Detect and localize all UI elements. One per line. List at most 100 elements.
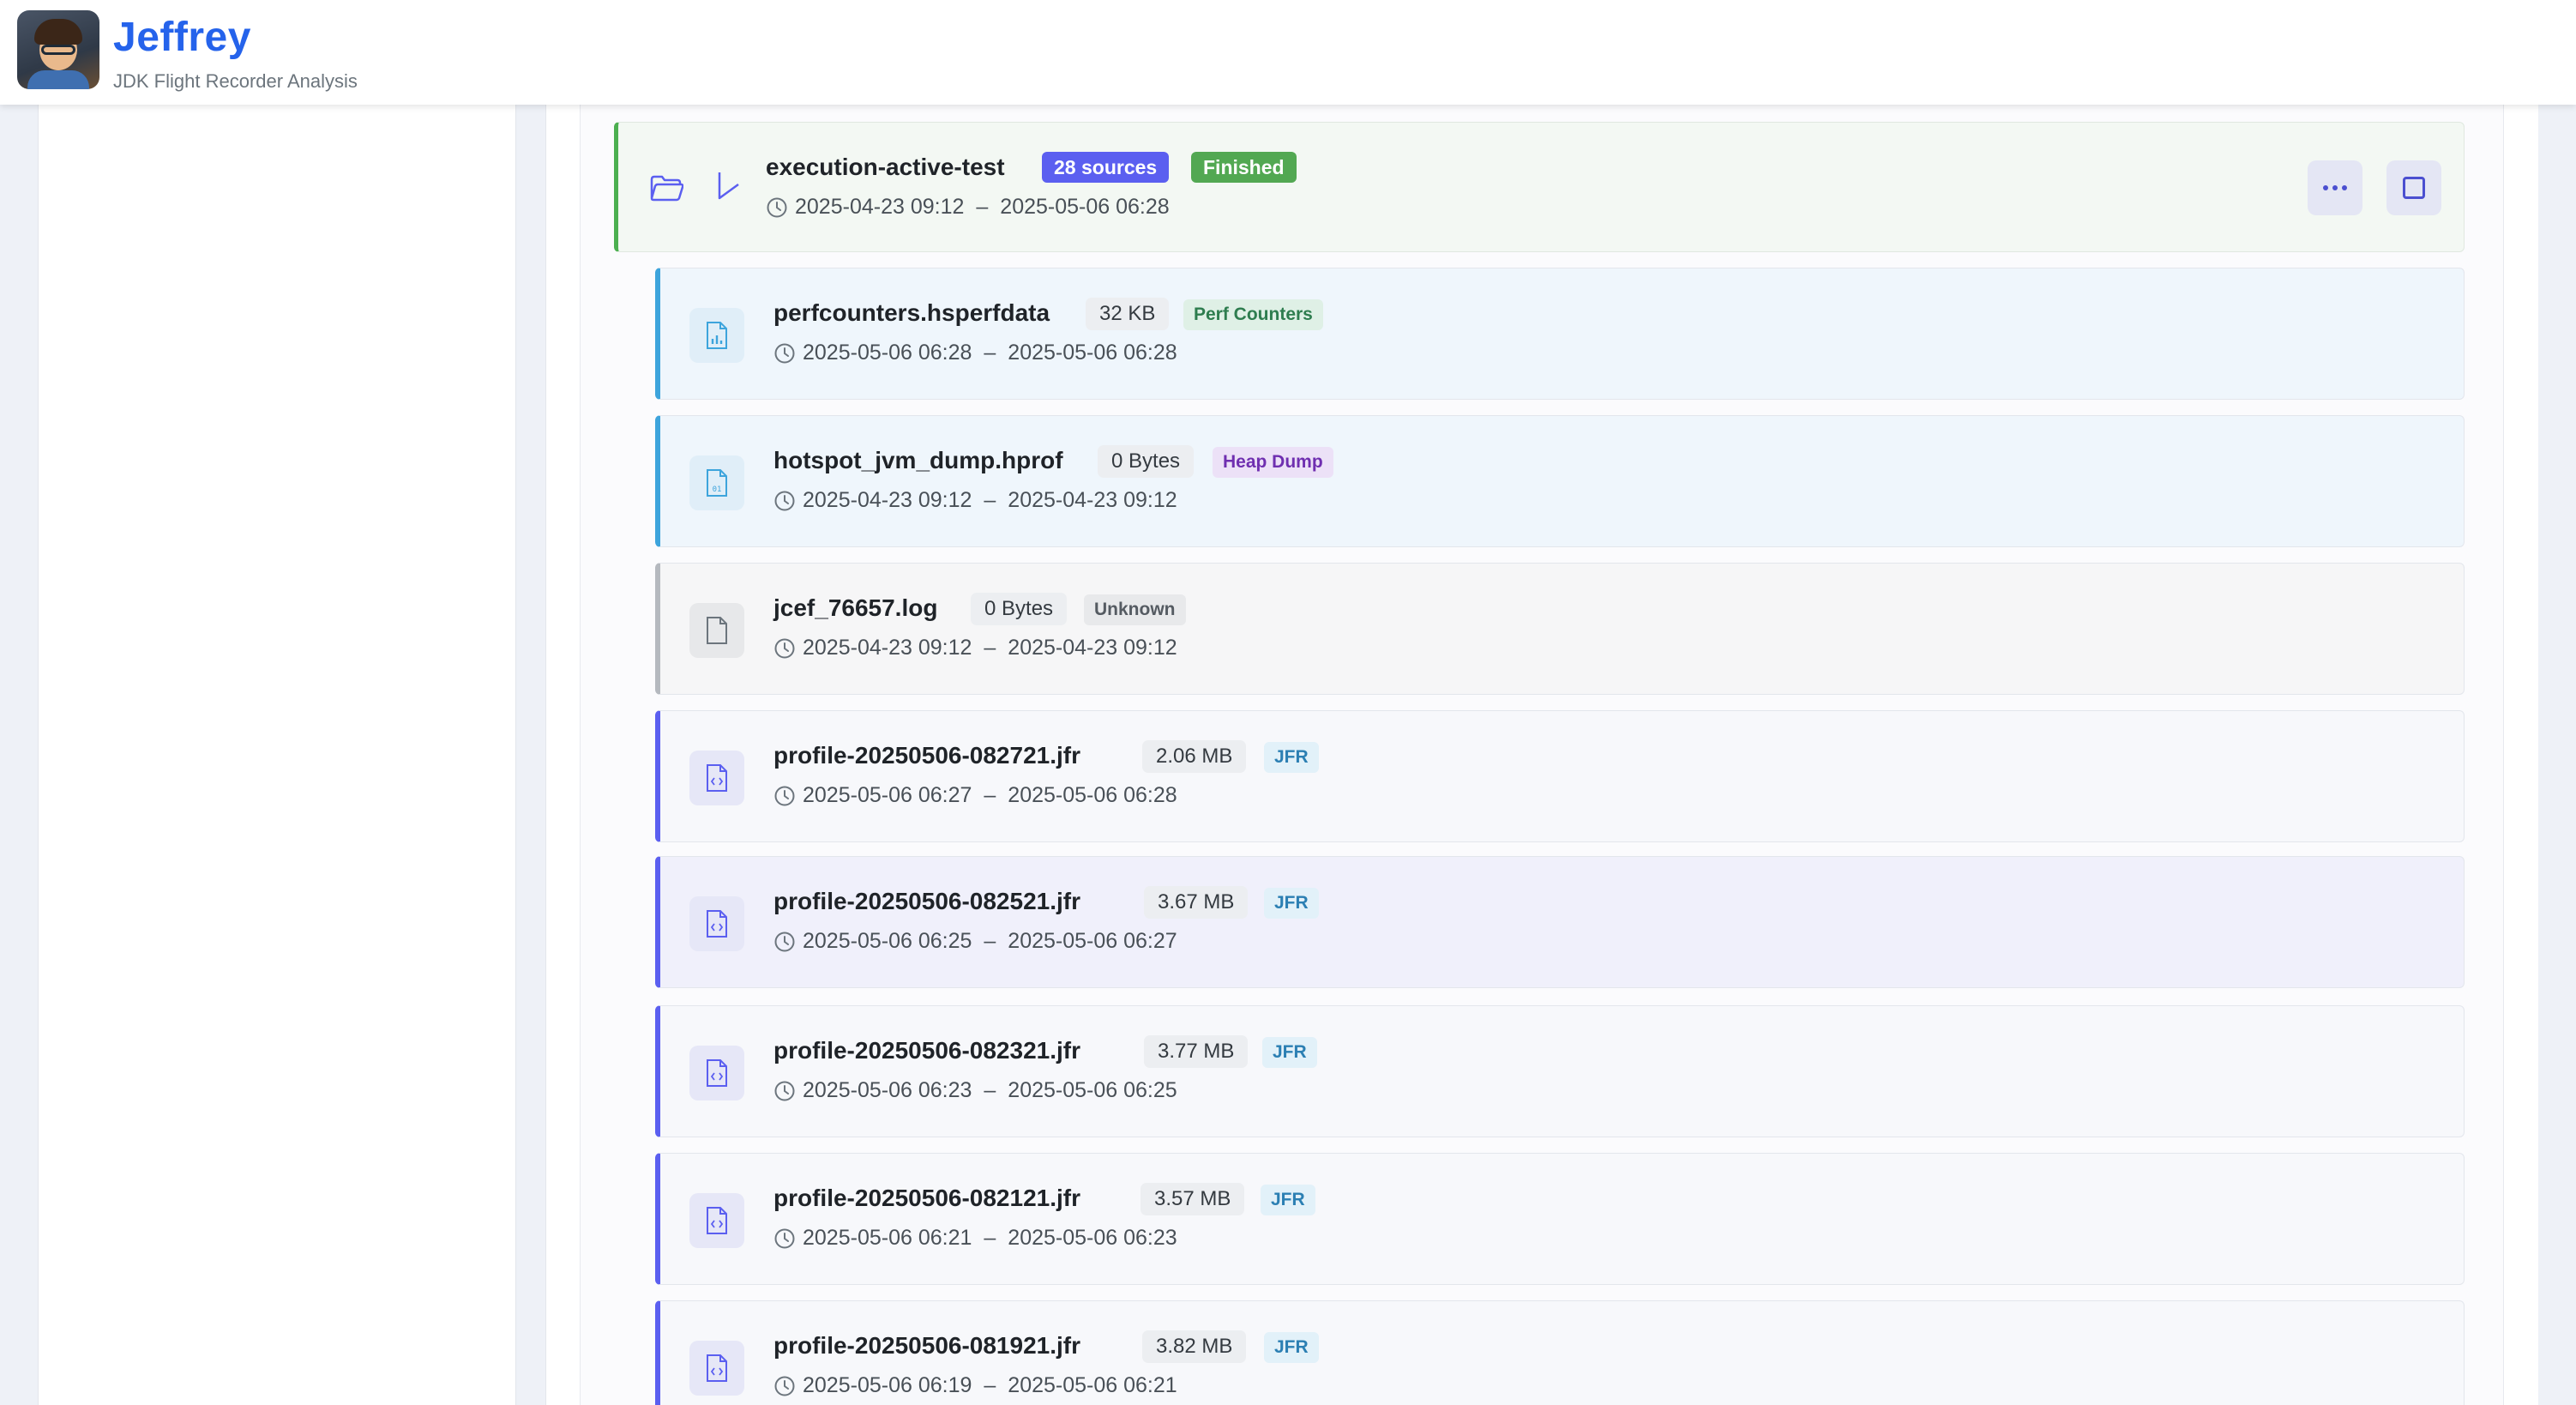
- ellipsis-icon: [2323, 185, 2347, 190]
- file-type-badge: JFR: [1264, 1332, 1319, 1363]
- file-date-range: 2025-04-23 09:12 – 2025-04-23 09:12: [773, 488, 1177, 513]
- file-item-jfr[interactable]: profile-20250506-082521.jfr 3.67 MB JFR …: [655, 856, 2465, 988]
- jeffrey-logo-avatar[interactable]: [17, 10, 99, 89]
- file-end-time: 2025-04-23 09:12: [1008, 636, 1177, 660]
- file-start-time: 2025-04-23 09:12: [803, 488, 972, 512]
- file-end-time: 2025-05-06 06:21: [1008, 1373, 1177, 1397]
- file-size-badge: 3.82 MB: [1142, 1330, 1247, 1363]
- file-end-time: 2025-05-06 06:28: [1008, 341, 1177, 365]
- group-end-time: 2025-05-06 06:28: [1000, 195, 1170, 219]
- clock-icon: [774, 638, 795, 658]
- file-end-time: 2025-04-23 09:12: [1008, 488, 1177, 512]
- file-name: perfcounters.hsperfdata: [773, 299, 1050, 326]
- sources-count-badge: 28 sources: [1042, 152, 1170, 183]
- file-date-range: 2025-04-23 09:12 – 2025-04-23 09:12: [773, 636, 1177, 660]
- file-name: hotspot_jvm_dump.hprof: [773, 447, 1063, 473]
- file-size-badge: 32 KB: [1086, 298, 1170, 330]
- file-start-time: 2025-05-06 06:28: [803, 341, 972, 365]
- file-item-jfr[interactable]: profile-20250506-081921.jfr 3.82 MB JFR …: [655, 1300, 2465, 1405]
- code-file-icon: [689, 751, 744, 805]
- date-separator: –: [984, 929, 996, 953]
- binary-file-icon: 01: [689, 455, 744, 510]
- file-type-badge: Perf Counters: [1183, 299, 1323, 330]
- file-start-time: 2025-05-06 06:19: [803, 1373, 972, 1397]
- group-date-range: 2025-04-23 09:12 – 2025-05-06 06:28: [766, 195, 1170, 220]
- date-separator: –: [984, 1078, 996, 1102]
- file-item-log[interactable]: jcef_76657.log 0 Bytes Unknown 2025-04-2…: [655, 563, 2465, 695]
- clock-icon: [774, 343, 795, 363]
- file-start-time: 2025-04-23 09:12: [803, 636, 972, 660]
- file-name: profile-20250506-082721.jfr: [773, 742, 1080, 769]
- sidebar-panel: [38, 105, 516, 1405]
- file-start-time: 2025-05-06 06:21: [803, 1226, 972, 1250]
- group-start-time: 2025-04-23 09:12: [795, 195, 965, 219]
- page-gutter: [2538, 105, 2576, 1405]
- file-name: profile-20250506-082521.jfr: [773, 888, 1080, 914]
- file-end-time: 2025-05-06 06:28: [1008, 783, 1177, 807]
- file-date-range: 2025-05-06 06:21 – 2025-05-06 06:23: [773, 1226, 1177, 1251]
- file-name: profile-20250506-082121.jfr: [773, 1185, 1080, 1211]
- more-actions-button[interactable]: [2308, 160, 2362, 215]
- code-file-icon: [689, 1193, 744, 1248]
- date-separator: –: [976, 195, 989, 219]
- file-size-badge: 3.67 MB: [1144, 886, 1249, 919]
- file-size-badge: 0 Bytes: [971, 593, 1068, 625]
- file-size-badge: 0 Bytes: [1098, 445, 1195, 478]
- folder-open-icon: [650, 175, 683, 202]
- file-type-badge: Unknown: [1084, 594, 1186, 625]
- file-start-time: 2025-05-06 06:27: [803, 783, 972, 807]
- clock-icon: [774, 1228, 795, 1248]
- date-separator: –: [984, 341, 996, 365]
- file-type-badge: Heap Dump: [1213, 447, 1333, 478]
- file-type-badge: JFR: [1264, 742, 1319, 773]
- file-item-heap-dump[interactable]: 01 hotspot_jvm_dump.hprof 0 Bytes Heap D…: [655, 415, 2465, 547]
- group-name: execution-active-test: [766, 154, 1005, 180]
- file-name: jcef_76657.log: [773, 594, 938, 621]
- file-date-range: 2025-05-06 06:25 – 2025-05-06 06:27: [773, 929, 1177, 954]
- code-file-icon: [689, 1046, 744, 1100]
- file-icon: [689, 603, 744, 658]
- file-end-time: 2025-05-06 06:23: [1008, 1226, 1177, 1250]
- clock-icon: [774, 932, 795, 951]
- file-end-time: 2025-05-06 06:25: [1008, 1078, 1177, 1102]
- file-size-badge: 2.06 MB: [1142, 740, 1247, 773]
- date-separator: –: [984, 783, 996, 807]
- clock-icon: [774, 1081, 795, 1100]
- select-group-button[interactable]: [2386, 160, 2441, 215]
- file-item-jfr[interactable]: profile-20250506-082121.jfr 3.57 MB JFR …: [655, 1153, 2465, 1285]
- code-file-icon: [689, 896, 744, 951]
- file-item-perfcounters[interactable]: perfcounters.hsperfdata 32 KB Perf Count…: [655, 268, 2465, 400]
- date-separator: –: [984, 1373, 996, 1397]
- app-title[interactable]: Jeffrey: [113, 14, 251, 61]
- code-file-icon: [689, 1341, 744, 1396]
- file-end-time: 2025-05-06 06:27: [1008, 929, 1177, 953]
- file-item-jfr[interactable]: profile-20250506-082321.jfr 3.77 MB JFR …: [655, 1005, 2465, 1137]
- clock-icon: [774, 491, 795, 510]
- svg-text:01: 01: [713, 485, 722, 494]
- file-name: profile-20250506-081921.jfr: [773, 1332, 1080, 1359]
- chart-file-icon: [689, 308, 744, 363]
- file-date-range: 2025-05-06 06:23 – 2025-05-06 06:25: [773, 1078, 1177, 1103]
- date-separator: –: [984, 488, 996, 512]
- date-separator: –: [984, 1226, 996, 1250]
- status-badge: Finished: [1191, 152, 1297, 183]
- chevron-icon[interactable]: [714, 169, 743, 203]
- file-type-badge: JFR: [1262, 1037, 1317, 1068]
- file-start-time: 2025-05-06 06:25: [803, 929, 972, 953]
- file-size-badge: 3.57 MB: [1141, 1183, 1245, 1215]
- clock-icon: [767, 197, 787, 217]
- date-separator: –: [984, 636, 996, 660]
- app-header: Jeffrey JDK Flight Recorder Analysis: [0, 0, 2576, 105]
- file-date-range: 2025-05-06 06:27 – 2025-05-06 06:28: [773, 783, 1177, 808]
- file-type-badge: JFR: [1264, 888, 1319, 919]
- file-name: profile-20250506-082321.jfr: [773, 1037, 1080, 1064]
- clock-icon: [774, 1376, 795, 1396]
- file-date-range: 2025-05-06 06:19 – 2025-05-06 06:21: [773, 1373, 1177, 1398]
- file-item-jfr[interactable]: profile-20250506-082721.jfr 2.06 MB JFR …: [655, 710, 2465, 842]
- recording-group-header[interactable]: execution-active-test 28 sources Finishe…: [614, 122, 2465, 252]
- app-subtitle: JDK Flight Recorder Analysis: [113, 70, 358, 92]
- file-start-time: 2025-05-06 06:23: [803, 1078, 972, 1102]
- file-size-badge: 3.77 MB: [1144, 1035, 1249, 1068]
- file-date-range: 2025-05-06 06:28 – 2025-05-06 06:28: [773, 341, 1177, 365]
- file-type-badge: JFR: [1261, 1185, 1315, 1215]
